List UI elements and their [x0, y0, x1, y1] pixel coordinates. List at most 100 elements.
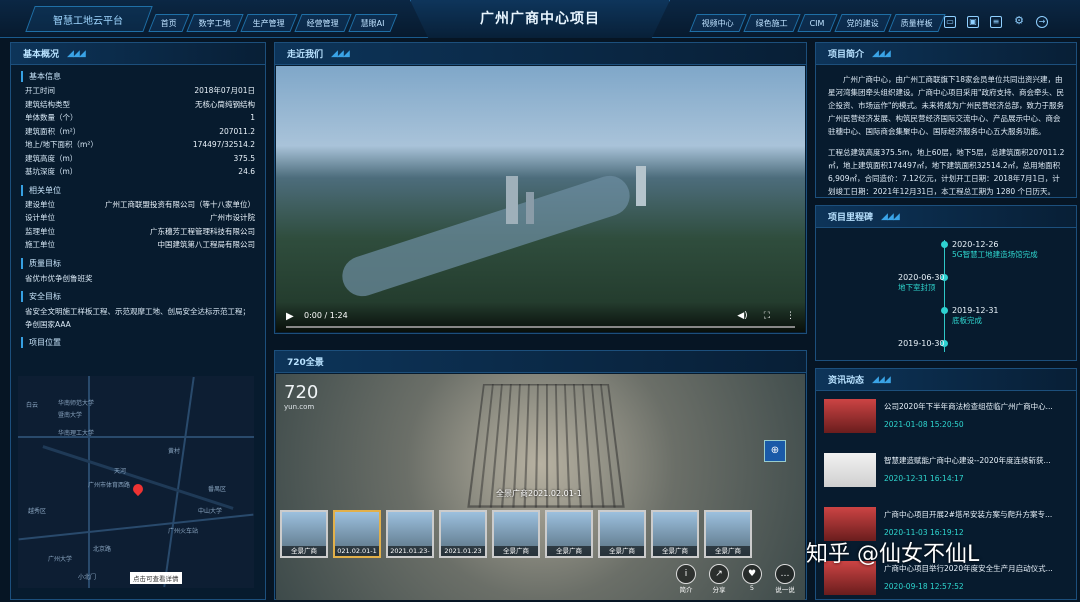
- news-thumbnail: [824, 399, 876, 433]
- nav-item-business[interactable]: 经营管理: [294, 14, 352, 32]
- info-value: 广州工商联盟投资有限公司（等十八家单位）: [105, 199, 255, 209]
- nav-item-ai[interactable]: 慧眼AI: [348, 14, 398, 32]
- info-row: 建筑面积（m²） 207011.2: [25, 125, 255, 139]
- nav-label: 首页: [160, 19, 177, 28]
- nav-label: 数字工地: [198, 19, 231, 28]
- milestone-panel: 项目里程碑 ◢◢◢: [815, 205, 1077, 361]
- location-map[interactable]: 华南师范大学 暨南大学 白云 黄村 天河 广州市体育西路 华南理工大学 越秀区 …: [18, 376, 254, 588]
- section-title: 安全目标: [21, 290, 257, 302]
- map-label: 广州火车站: [168, 528, 199, 535]
- screen-icon[interactable]: ▣: [967, 16, 979, 28]
- more-icon[interactable]: ⋮: [786, 311, 795, 321]
- stripes-icon: ◢◢◢: [67, 48, 86, 59]
- nav-item-video-center[interactable]: 视频中心: [689, 14, 747, 32]
- milestone-text: 5G智慧工地建造场馆完成: [952, 250, 1038, 259]
- stripes-icon: ◢◢◢: [881, 211, 900, 222]
- news-item[interactable]: 智慧建造赋能广商中心建设--2020年度连续斩获... 2020-12-31 16…: [824, 453, 1066, 495]
- info-row: 建筑高度（m） 375.5: [25, 152, 255, 166]
- gear-icon[interactable]: ⚙: [1013, 15, 1025, 28]
- nav-item-party[interactable]: 党的建设: [834, 14, 892, 32]
- milestone-item: 2020-12-26 5G智慧工地建造场馆完成: [952, 240, 1038, 260]
- video-player[interactable]: ▶ 0:00 / 1:24 ◀) ⛶ ⋮: [276, 66, 805, 332]
- nav-item-quality[interactable]: 质量样板: [888, 14, 946, 32]
- nav-left: 首页 数字工地 生产管理 经营管理 慧眼AI: [148, 14, 398, 32]
- units-list: 建设单位 广州工商联盟投资有限公司（等十八家单位） 设计单位 广州市设计院 监理单位…: [11, 198, 265, 252]
- timeline-line: [944, 240, 945, 352]
- thumb-label: 2021.01.23: [441, 546, 485, 556]
- scene-thumb[interactable]: 全景广商: [545, 510, 593, 558]
- video-time: 0:00 / 1:24: [304, 311, 348, 320]
- like-button[interactable]: ♥ 5: [742, 564, 762, 594]
- location-pin-icon[interactable]: [130, 481, 146, 497]
- info-row: 单体数量（个） 1: [25, 111, 255, 125]
- power-icon[interactable]: →: [1036, 16, 1048, 28]
- panel-header: 基本概况 ◢◢◢: [11, 43, 265, 65]
- nav-item-production[interactable]: 生产管理: [240, 14, 298, 32]
- scene-thumb[interactable]: 全景广商: [280, 510, 328, 558]
- watermark: 知乎 @仙女不仙L: [806, 542, 980, 567]
- panel-title: 资讯动态: [828, 376, 865, 386]
- news-date: 2020-12-31 16:14:17: [884, 474, 964, 483]
- quality-text: 省优市优争创鲁班奖: [25, 273, 93, 283]
- nav-item-green[interactable]: 绿色施工: [743, 14, 801, 32]
- timeline-dot: [941, 241, 948, 248]
- comment-button[interactable]: … 说一说: [775, 564, 795, 594]
- scene-thumb[interactable]: 全景广商: [651, 510, 699, 558]
- scene-thumb[interactable]: 全景广商: [598, 510, 646, 558]
- nav-label: 绿色施工: [755, 19, 788, 28]
- section-title: 相关单位: [21, 184, 257, 196]
- share-button[interactable]: ↗ 分享: [709, 564, 729, 594]
- pano-logo: 720 yun.com: [284, 382, 318, 411]
- info-row: 施工单位 中国建筑第八工程局有限公司: [25, 238, 255, 252]
- document-icon[interactable]: ≡: [990, 16, 1002, 28]
- video-progress-bar[interactable]: [286, 326, 795, 328]
- nav-right: 视频中心 绿色施工 CIM 党的建设 质量样板: [689, 14, 946, 32]
- play-icon[interactable]: ▶: [286, 311, 294, 322]
- nav-item-home[interactable]: 首页: [148, 14, 190, 32]
- scene-thumb[interactable]: 全景广商: [492, 510, 540, 558]
- info-row: 开工时间 2018年07月01日: [25, 84, 255, 98]
- thumb-label: 全景广商: [282, 546, 326, 556]
- scene-thumb[interactable]: 2021.01.23: [439, 510, 487, 558]
- scene-thumb[interactable]: 2021.01.23-: [386, 510, 434, 558]
- video-tool-icons: ◀) ⛶ ⋮: [737, 311, 795, 321]
- info-row: 基坑深度（m） 24.6: [25, 165, 255, 179]
- thumb-label: 2021.01.23-: [388, 546, 432, 556]
- info-row: 监理单位 广东穗芳工程管理科技有限公司: [25, 225, 255, 239]
- intro-paragraph: 工程总建筑高度375.5m，地上60层，地下5层，总建筑面积207011.2㎡，…: [828, 148, 1065, 196]
- milestone-text: 底板完成: [952, 316, 982, 325]
- map-tooltip[interactable]: 点击可查看详情: [130, 572, 182, 584]
- fullscreen-icon[interactable]: ⛶: [764, 311, 770, 321]
- scene-thumb[interactable]: 021.02.01-1: [333, 510, 381, 558]
- news-title: 公司2020年下半年商法检查组莅临广州广商中心...: [884, 402, 1053, 411]
- nav-item-digital-site[interactable]: 数字工地: [186, 14, 244, 32]
- info-value: 1: [250, 113, 255, 122]
- info-value: 24.6: [238, 167, 255, 176]
- button-label: 5: [749, 584, 755, 592]
- like-icon: ♥: [742, 564, 762, 584]
- map-label: 华南理工大学: [58, 430, 95, 437]
- milestone-text: 地下室封顶: [898, 283, 936, 292]
- map-label: 小北门: [78, 574, 97, 581]
- globe-icon[interactable]: ⊕: [764, 440, 786, 462]
- info-value: 174497/32514.2: [192, 140, 255, 149]
- panorama-viewer[interactable]: 720 yun.com ⊕ 全景广商2021.02.01-1 全景广商 021.0…: [276, 374, 805, 600]
- scene-thumb[interactable]: 全景广商: [704, 510, 752, 558]
- monitor-icon[interactable]: ▭: [944, 16, 956, 28]
- nav-label: CIM: [809, 19, 825, 28]
- thumb-label: 021.02.01-1: [335, 546, 379, 556]
- map-label: 黄村: [168, 448, 181, 455]
- basic-info-list: 开工时间 2018年07月01日 建筑结构类型 无核心筒纯钢结构 单体数量（个） 1 …: [11, 84, 265, 179]
- thumb-label: 全景广商: [653, 546, 697, 556]
- info-key: 基坑深度（m）: [25, 167, 78, 176]
- news-item[interactable]: 公司2020年下半年商法检查组莅临广州广商中心... 2021-01-08 15:…: [824, 399, 1066, 441]
- thumb-label: 全景广商: [600, 546, 644, 556]
- map-road: [42, 445, 234, 510]
- nav-item-cim[interactable]: CIM: [797, 14, 838, 32]
- info-button[interactable]: i 简介: [676, 564, 696, 594]
- volume-icon[interactable]: ◀): [737, 311, 747, 321]
- page-title: 广州广商中心项目: [480, 11, 600, 27]
- stripes-icon: ◢◢◢: [872, 48, 891, 59]
- milestone-item: 2020-06-30 地下室封顶: [898, 273, 945, 293]
- panel-title: 项目简介: [828, 50, 865, 60]
